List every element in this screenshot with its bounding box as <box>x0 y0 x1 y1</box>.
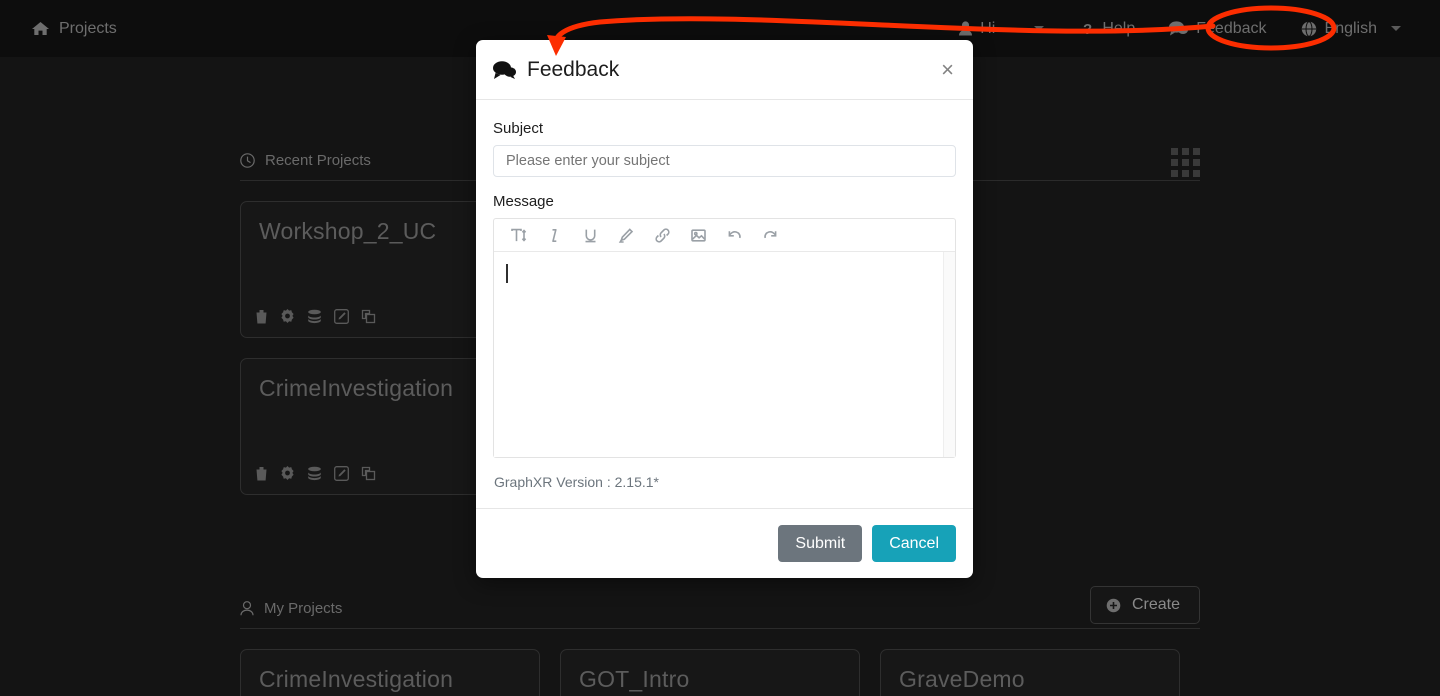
nav-brand-label: Projects <box>59 0 117 57</box>
highlighter-icon[interactable] <box>608 219 644 252</box>
recent-projects-title: Recent Projects <box>265 152 371 169</box>
language-label: English <box>1325 20 1377 38</box>
version-text: GraphXR Version : 2.15.1* <box>493 458 956 508</box>
project-card[interactable]: GraveDemo <box>880 649 1180 696</box>
editor-toolbar <box>494 219 955 252</box>
project-card[interactable]: CrimeInvestigation <box>240 649 540 696</box>
redo-icon[interactable] <box>752 219 788 252</box>
create-button[interactable]: Create <box>1090 586 1200 624</box>
grid-icon[interactable] <box>1171 148 1200 177</box>
image-icon[interactable] <box>680 219 716 252</box>
edit-icon[interactable] <box>334 309 349 324</box>
my-projects-header: My Projects <box>240 600 1200 628</box>
message-editor <box>493 218 956 458</box>
my-projects-section: My Projects Create CrimeInvestigation GO… <box>240 600 1200 696</box>
user-icon <box>240 601 254 616</box>
database-icon[interactable] <box>307 309 322 324</box>
project-card-title: GOT_Intro <box>579 666 841 693</box>
text-cursor <box>506 264 508 283</box>
nav-right-group: Hi ? Help Feedback En <box>942 0 1418 57</box>
svg-text:?: ? <box>1083 21 1092 37</box>
project-card[interactable]: GOT_Intro <box>560 649 860 696</box>
page-title: Feedback <box>527 58 619 82</box>
globe-icon <box>1301 21 1317 37</box>
chevron-down-icon <box>1034 26 1044 31</box>
message-input[interactable] <box>494 252 955 457</box>
help-link[interactable]: ? Help <box>1066 0 1152 57</box>
home-icon <box>32 21 49 36</box>
trash-icon[interactable] <box>255 466 268 481</box>
project-card-title: CrimeInvestigation <box>259 666 521 693</box>
link-icon[interactable] <box>644 219 680 252</box>
text-size-icon[interactable] <box>500 219 536 252</box>
duplicate-icon[interactable] <box>361 309 376 324</box>
italic-icon[interactable] <box>536 219 572 252</box>
duplicate-icon[interactable] <box>361 466 376 481</box>
feedback-link[interactable]: Feedback <box>1152 0 1283 57</box>
plus-circle-icon <box>1106 598 1121 613</box>
close-icon[interactable]: × <box>941 59 954 81</box>
help-label: Help <box>1102 20 1135 38</box>
underline-icon[interactable] <box>572 219 608 252</box>
gear-icon[interactable] <box>280 309 295 324</box>
app-root: Projects Hi ? Help <box>0 0 1440 696</box>
feedback-modal-body: Subject Message <box>476 100 973 508</box>
cancel-button[interactable]: Cancel <box>872 525 956 562</box>
subject-label: Subject <box>493 120 956 137</box>
feedback-label: Feedback <box>1196 20 1266 38</box>
undo-icon[interactable] <box>716 219 752 252</box>
nav-brand[interactable]: Projects <box>32 0 117 57</box>
feedback-modal: Feedback × Subject Message <box>476 40 973 578</box>
subject-input[interactable] <box>493 145 956 177</box>
question-icon: ? <box>1083 21 1094 37</box>
message-label: Message <box>493 193 956 210</box>
language-menu[interactable]: English <box>1284 0 1418 57</box>
my-projects-title: My Projects <box>264 600 342 617</box>
gear-icon[interactable] <box>280 466 295 481</box>
chevron-down-icon <box>1391 26 1401 31</box>
divider <box>240 628 1200 629</box>
user-menu-label: Hi <box>980 20 995 38</box>
user-icon <box>959 21 972 36</box>
project-card-title: GraveDemo <box>899 666 1161 693</box>
my-projects-cards-row: CrimeInvestigation GOT_Intro GraveDemo <box>240 649 1200 696</box>
edit-icon[interactable] <box>334 466 349 481</box>
editor-scrollbar[interactable] <box>943 252 955 457</box>
comments-icon <box>1169 21 1188 36</box>
trash-icon[interactable] <box>255 309 268 324</box>
feedback-modal-title-group: Feedback <box>493 58 619 82</box>
clock-icon <box>240 153 255 168</box>
user-menu-caret[interactable] <box>1012 0 1066 57</box>
feedback-modal-footer: Submit Cancel <box>476 508 973 578</box>
create-button-label: Create <box>1132 596 1180 614</box>
database-icon[interactable] <box>307 466 322 481</box>
submit-button[interactable]: Submit <box>778 525 862 562</box>
feedback-modal-header: Feedback × <box>476 40 973 100</box>
comments-icon <box>493 61 516 79</box>
